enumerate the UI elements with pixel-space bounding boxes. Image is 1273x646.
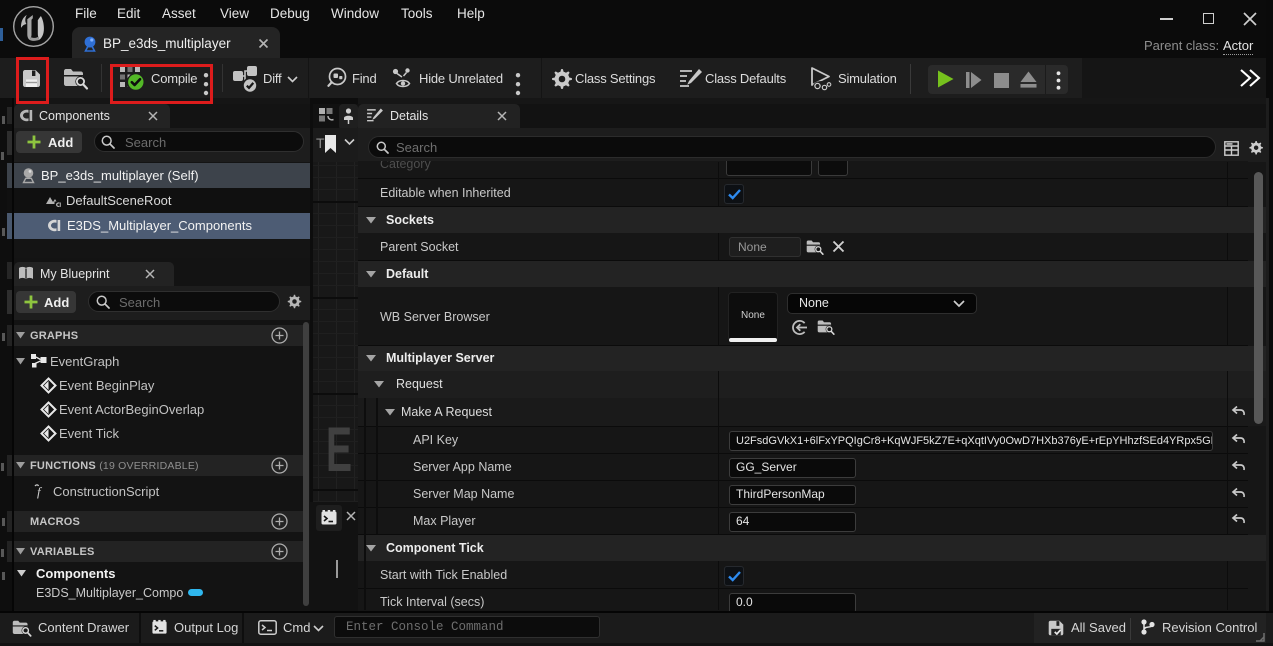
- svg-text:f: f: [37, 484, 43, 499]
- svg-text:T: T: [316, 135, 325, 151]
